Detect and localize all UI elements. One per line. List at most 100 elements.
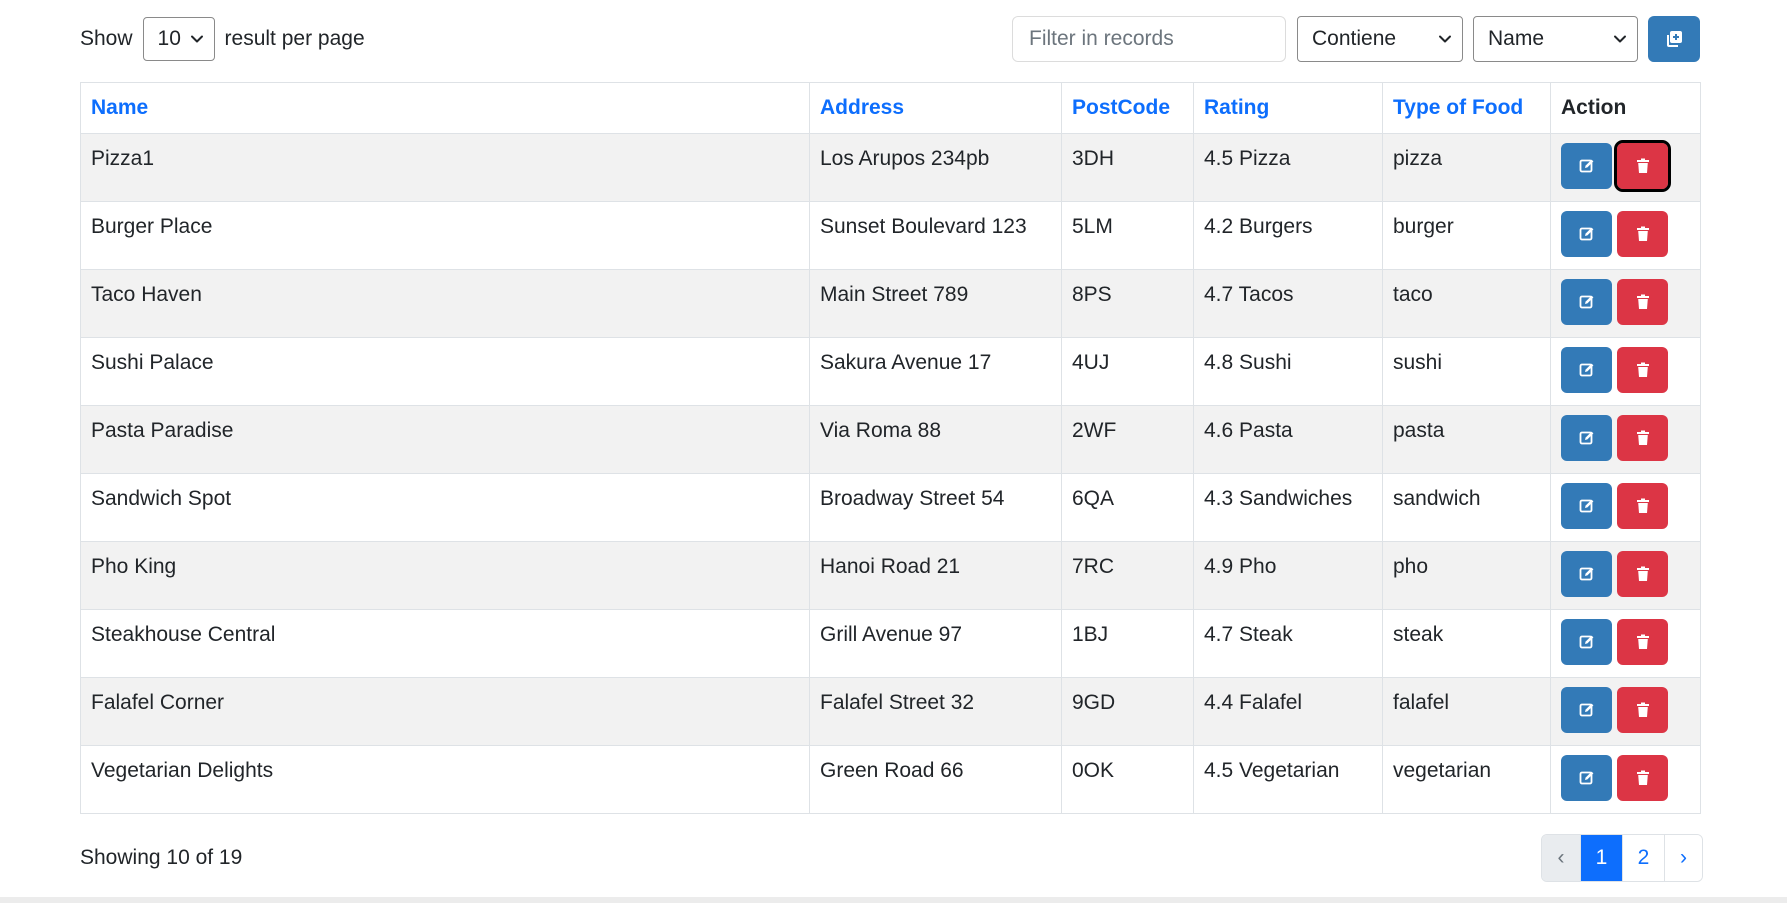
show-label: Show	[80, 27, 133, 50]
delete-button[interactable]	[1617, 279, 1668, 325]
cell-actions	[1550, 405, 1701, 474]
records-table: Name Address PostCode Rating Type of Foo…	[80, 82, 1701, 814]
cell-actions	[1550, 677, 1701, 746]
chevron-down-icon	[1439, 35, 1451, 43]
delete-button[interactable]	[1617, 551, 1668, 597]
pagination-next[interactable]: ›	[1664, 835, 1702, 881]
delete-button[interactable]	[1617, 755, 1668, 801]
edit-icon	[1579, 295, 1593, 309]
delete-button[interactable]	[1617, 483, 1668, 529]
records-table-container: Name Address PostCode Rating Type of Foo…	[80, 82, 1701, 814]
cell-postcode: 0OK	[1061, 745, 1194, 814]
column-header-type[interactable]: Type of Food	[1382, 82, 1551, 134]
cell-type: sandwich	[1382, 473, 1551, 542]
trash-icon	[1636, 634, 1649, 649]
chevron-down-icon	[190, 35, 203, 43]
cell-name: Pho King	[80, 541, 810, 610]
column-header-rating[interactable]: Rating	[1193, 82, 1383, 134]
delete-button[interactable]	[1617, 687, 1668, 733]
column-header-name[interactable]: Name	[80, 82, 810, 134]
delete-button[interactable]	[1614, 140, 1671, 192]
cell-type: steak	[1382, 609, 1551, 678]
pagination-prev[interactable]: ‹	[1542, 835, 1580, 881]
cell-rating: 4.7 Tacos	[1193, 269, 1383, 338]
cell-postcode: 9GD	[1061, 677, 1194, 746]
cell-address: Falafel Street 32	[809, 677, 1062, 746]
chevron-down-icon	[1614, 35, 1626, 43]
trash-icon	[1636, 294, 1649, 309]
trash-icon	[1636, 226, 1649, 241]
table-header-row: Name Address PostCode Rating Type of Foo…	[80, 82, 1701, 134]
cell-address: Via Roma 88	[809, 405, 1062, 474]
cell-rating: 4.9 Pho	[1193, 541, 1383, 610]
field-select[interactable]: Name	[1473, 16, 1638, 62]
table-row: Sushi Palace Sakura Avenue 17 4UJ 4.8 Sushi…	[80, 337, 1701, 406]
cell-address: Green Road 66	[809, 745, 1062, 814]
pagination-page-2[interactable]: 2	[1622, 835, 1664, 881]
cell-type: sushi	[1382, 337, 1551, 406]
edit-button[interactable]	[1561, 755, 1612, 801]
edit-button[interactable]	[1561, 483, 1612, 529]
edit-icon	[1579, 227, 1593, 241]
delete-button[interactable]	[1617, 211, 1668, 257]
edit-button[interactable]	[1561, 687, 1612, 733]
delete-button[interactable]	[1617, 347, 1668, 393]
showing-count: Showing 10 of 19	[80, 846, 243, 869]
cell-actions	[1550, 337, 1701, 406]
filter-input[interactable]	[1012, 16, 1286, 62]
cell-postcode: 3DH	[1061, 133, 1194, 202]
cell-postcode: 6QA	[1061, 473, 1194, 542]
cell-actions	[1550, 269, 1701, 338]
table-body: Pizza1 Los Arupos 234pb 3DH 4.5 Pizza pizza B…	[80, 133, 1701, 814]
edit-button[interactable]	[1561, 347, 1612, 393]
cell-name: Taco Haven	[80, 269, 810, 338]
edit-icon	[1579, 363, 1593, 377]
delete-button[interactable]	[1617, 619, 1668, 665]
edit-button[interactable]	[1561, 551, 1612, 597]
table-row: Sandwich Spot Broadway Street 54 6QA 4.3 Sa…	[80, 473, 1701, 542]
edit-button[interactable]	[1561, 143, 1612, 189]
per-page-select[interactable]: 10	[142, 17, 215, 61]
trash-icon	[1636, 770, 1649, 785]
column-header-postcode[interactable]: PostCode	[1061, 82, 1194, 134]
field-value: Name	[1488, 27, 1545, 50]
table-row: Taco Haven Main Street 789 8PS 4.7 Tacos tac…	[80, 269, 1701, 338]
edit-button[interactable]	[1561, 415, 1612, 461]
delete-button[interactable]	[1617, 415, 1668, 461]
cell-actions	[1550, 541, 1701, 610]
pagination-page-1[interactable]: 1	[1580, 835, 1622, 881]
operator-select[interactable]: Contiene	[1297, 16, 1463, 62]
table-toolbar: Show 10 result per page Contiene Name	[80, 16, 1700, 62]
cell-address: Sunset Boulevard 123	[809, 201, 1062, 270]
cell-type: pho	[1382, 541, 1551, 610]
cell-postcode: 7RC	[1061, 541, 1194, 610]
cell-address: Hanoi Road 21	[809, 541, 1062, 610]
column-header-address[interactable]: Address	[809, 82, 1062, 134]
cell-address: Broadway Street 54	[809, 473, 1062, 542]
cell-actions	[1550, 745, 1701, 814]
edit-icon	[1579, 771, 1593, 785]
trash-icon	[1636, 566, 1649, 581]
cell-address: Grill Avenue 97	[809, 609, 1062, 678]
edit-button[interactable]	[1561, 211, 1612, 257]
cell-name: Pasta Paradise	[80, 405, 810, 474]
trash-icon	[1636, 498, 1649, 513]
cell-name: Sandwich Spot	[80, 473, 810, 542]
table-row: Burger Place Sunset Boulevard 123 5LM 4.2 B…	[80, 201, 1701, 270]
per-page-suffix: result per page	[224, 27, 365, 50]
cell-postcode: 2WF	[1061, 405, 1194, 474]
operator-value: Contiene	[1312, 27, 1397, 50]
cell-postcode: 4UJ	[1061, 337, 1194, 406]
edit-button[interactable]	[1561, 279, 1612, 325]
cell-rating: 4.3 Sandwiches	[1193, 473, 1383, 542]
edit-icon	[1579, 703, 1593, 717]
cell-address: Los Arupos 234pb	[809, 133, 1062, 202]
cell-type: vegetarian	[1382, 745, 1551, 814]
column-header-action: Action	[1550, 82, 1701, 134]
cell-rating: 4.4 Falafel	[1193, 677, 1383, 746]
page-size-control: Show 10 result per page	[80, 16, 365, 62]
horizontal-scrollbar[interactable]	[0, 897, 1787, 903]
cell-rating: 4.8 Sushi	[1193, 337, 1383, 406]
add-record-button[interactable]	[1648, 16, 1700, 62]
edit-button[interactable]	[1561, 619, 1612, 665]
